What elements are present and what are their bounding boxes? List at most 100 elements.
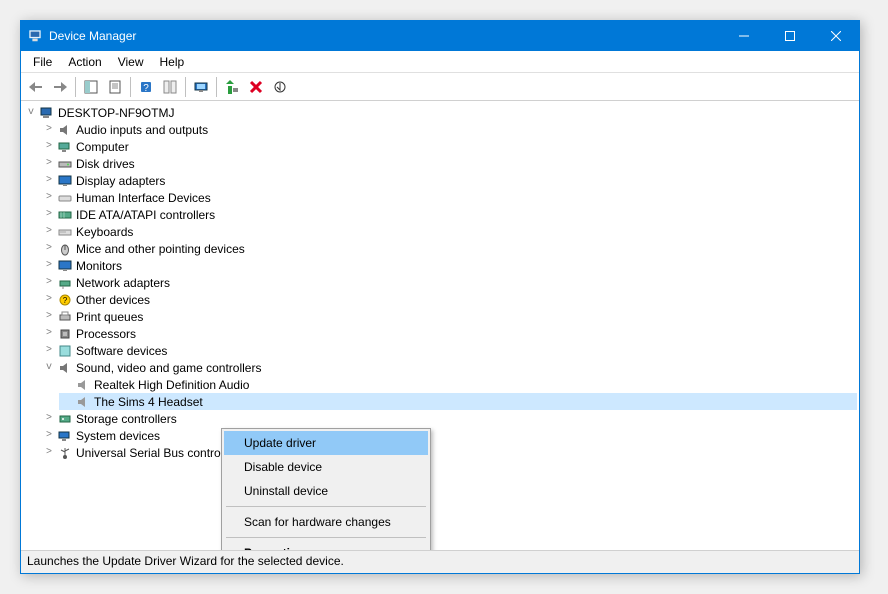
tree-item-label: Universal Serial Bus controllers [76,446,243,460]
monitor-icon [57,258,73,274]
chevron-down-icon: v [41,362,57,373]
update-driver-button[interactable] [221,76,243,98]
tree-item-label: The Sims 4 Headset [94,395,203,409]
tree-root-label: DESKTOP-NF9OTMJ [58,106,174,120]
computer-icon [39,105,55,121]
tree-cat-other[interactable]: >?Other devices [41,291,857,308]
ctx-update-driver[interactable]: Update driver [224,431,428,455]
forward-button[interactable] [49,76,71,98]
speaker-icon [57,360,73,376]
tree-cat-processors[interactable]: >Processors [41,325,857,342]
tree-cat-computer[interactable]: >Computer [41,138,857,155]
controller-icon [57,411,73,427]
tree-item-label: Storage controllers [76,412,177,426]
uninstall-button[interactable] [245,76,267,98]
device-tree: v DESKTOP-NF9OTMJ > Audio inputs and outp… [23,104,857,461]
tree-item-label: Print queues [76,310,143,324]
menu-view[interactable]: View [110,53,152,71]
chevron-right-icon: > [41,175,57,186]
help-button[interactable]: ? [135,76,157,98]
unknown-icon: ? [57,292,73,308]
hid-icon [57,190,73,206]
tree-item-label: Audio inputs and outputs [76,123,208,137]
tree-device-sims4-headset[interactable]: The Sims 4 Headset [59,393,857,410]
tree-cat-print[interactable]: > Print queues [41,308,857,325]
computer-icon [57,139,73,155]
tree-cat-software[interactable]: >Software devices [41,342,857,359]
menu-action[interactable]: Action [60,53,109,71]
chevron-right-icon: > [41,447,57,458]
tree-cat-storage[interactable]: > Storage controllers [41,410,857,427]
ide-icon [57,207,73,223]
tree-cat-mice[interactable]: >Mice and other pointing devices [41,240,857,257]
usb-icon [57,445,73,461]
tree-item-label: Other devices [76,293,150,307]
chevron-right-icon: > [41,430,57,441]
chevron-right-icon: > [41,413,57,424]
chevron-right-icon: > [41,328,57,339]
tree-item-label: Computer [76,140,129,154]
chevron-right-icon: > [41,209,57,220]
tree-device-realtek[interactable]: Realtek High Definition Audio [59,376,857,393]
tree-cat-usb[interactable]: > Universal Serial Bus controllers [41,444,857,461]
cpu-icon [57,326,73,342]
tree-item-label: System devices [76,429,160,443]
ctx-scan-hardware[interactable]: Scan for hardware changes [224,510,428,534]
view-devices-button[interactable] [159,76,181,98]
speaker-icon [75,394,91,410]
ctx-disable-device[interactable]: Disable device [224,455,428,479]
tree-item-label: Realtek High Definition Audio [94,378,249,392]
tree-cat-display[interactable]: > Display adapters [41,172,857,189]
tree-cat-keyboards[interactable]: >Keyboards [41,223,857,240]
window-controls [721,21,859,51]
tree-cat-ide[interactable]: > IDE ATA/ATAPI controllers [41,206,857,223]
scan-hardware-button[interactable] [190,76,212,98]
menu-file[interactable]: File [25,53,60,71]
minimize-button[interactable] [721,21,767,51]
tree-root[interactable]: v DESKTOP-NF9OTMJ [23,104,857,121]
speaker-icon [57,122,73,138]
context-separator [226,506,426,507]
titlebar: Device Manager [21,21,859,51]
tree-cat-network[interactable]: >Network adapters [41,274,857,291]
menu-help[interactable]: Help [152,53,193,71]
show-hide-button[interactable] [80,76,102,98]
svg-text:?: ? [63,296,68,305]
chevron-right-icon: > [41,124,57,135]
toolbar: ? [21,73,859,101]
disable-button[interactable] [269,76,291,98]
tree-item-label: IDE ATA/ATAPI controllers [76,208,215,222]
statusbar: Launches the Update Driver Wizard for th… [21,551,859,573]
chevron-right-icon: > [41,260,57,271]
display-icon [57,173,73,189]
tree-item-label: Mice and other pointing devices [76,242,245,256]
tree-item-label: Keyboards [76,225,133,239]
tree-cat-system[interactable]: > System devices [41,427,857,444]
tree-item-label: Sound, video and game controllers [76,361,261,375]
tree-cat-hid[interactable]: >Human Interface Devices [41,189,857,206]
maximize-button[interactable] [767,21,813,51]
svg-text:?: ? [143,83,149,94]
tree-cat-sound[interactable]: v Sound, video and game controllers [41,359,857,376]
window-title: Device Manager [49,29,721,43]
tree-cat-disk[interactable]: >Disk drives [41,155,857,172]
mouse-icon [57,241,73,257]
speaker-icon [75,377,91,393]
network-icon [57,275,73,291]
ctx-uninstall-device[interactable]: Uninstall device [224,479,428,503]
chevron-right-icon: > [41,311,57,322]
close-button[interactable] [813,21,859,51]
back-button[interactable] [25,76,47,98]
tree-item-label: Display adapters [76,174,165,188]
chevron-right-icon: > [41,277,57,288]
properties-button[interactable] [104,76,126,98]
computer-icon [27,28,43,44]
ctx-properties[interactable]: Properties [224,541,428,551]
tree-item-label: Human Interface Devices [76,191,211,205]
tree-cat-audio[interactable]: > Audio inputs and outputs [41,121,857,138]
tree-item-label: Software devices [76,344,167,358]
toolbar-separator [130,77,131,97]
tree-cat-monitors[interactable]: >Monitors [41,257,857,274]
context-menu: Update driver Disable device Uninstall d… [221,428,431,551]
disk-icon [57,156,73,172]
